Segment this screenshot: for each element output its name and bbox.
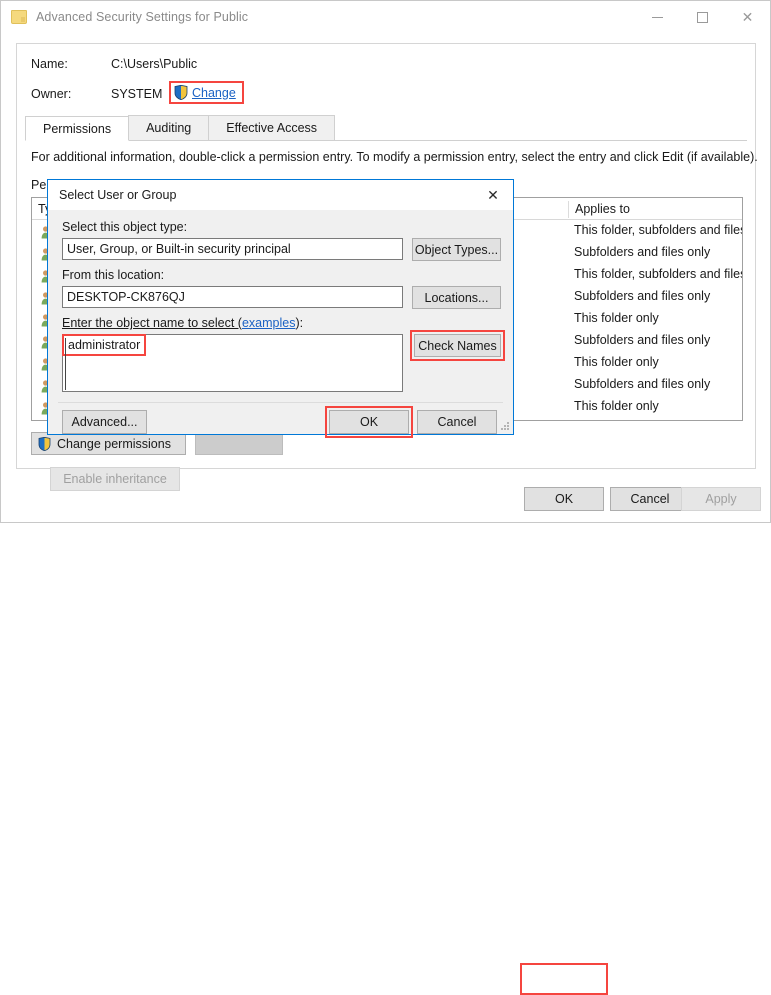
tab-auditing[interactable]: Auditing	[128, 115, 210, 140]
dialog-title: Select User or Group	[59, 188, 177, 202]
cell-applies-to: Subfolders and files only	[574, 377, 711, 391]
dialog-body: Select this object type: User, Group, or…	[48, 210, 513, 438]
window-footer: OK Cancel Apply	[1, 479, 771, 995]
shield-icon	[174, 85, 188, 100]
examples-link[interactable]: examples	[242, 316, 296, 330]
maximize-icon	[697, 11, 708, 23]
apply-button: Apply	[681, 487, 761, 511]
cell-applies-to: This folder, subfolders and files	[574, 267, 743, 281]
close-icon: ✕	[487, 186, 499, 203]
tab-effective-access[interactable]: Effective Access	[208, 115, 336, 140]
column-header-applies-to[interactable]: Applies to	[568, 201, 742, 218]
tabstrip: Permissions Auditing Effective Access	[25, 115, 747, 141]
dialog-close-button[interactable]: ✕	[473, 180, 513, 210]
info-text: For additional information, double-click…	[31, 150, 758, 164]
advanced-button[interactable]: Advanced...	[62, 410, 147, 434]
resize-grip[interactable]	[500, 421, 510, 431]
location-input[interactable]: DESKTOP-CK876QJ	[62, 286, 403, 308]
cell-applies-to: This folder only	[574, 311, 659, 325]
cell-applies-to: Subfolders and files only	[574, 289, 711, 303]
location-label: From this location:	[62, 268, 165, 282]
text-caret	[65, 338, 66, 390]
minimize-button[interactable]	[635, 1, 680, 33]
cell-applies-to: This folder, subfolders and files	[574, 223, 743, 237]
locations-button[interactable]: Locations...	[412, 286, 501, 309]
dialog-titlebar: Select User or Group ✕	[48, 180, 513, 210]
cell-applies-to: Subfolders and files only	[574, 245, 711, 259]
dialog-cancel-button[interactable]: Cancel	[417, 410, 497, 434]
change-permissions-button[interactable]: Change permissions	[31, 432, 186, 455]
cell-applies-to: This folder only	[574, 355, 659, 369]
minimize-icon	[652, 16, 663, 18]
dialog-separator	[58, 402, 503, 403]
object-name-label: Enter the object name to select (example…	[62, 316, 303, 330]
select-user-or-group-dialog: Select User or Group ✕ Select this objec…	[47, 179, 514, 438]
close-icon: ✕	[741, 9, 754, 25]
change-owner-link[interactable]: Change	[192, 86, 236, 100]
window-title: Advanced Security Settings for Public	[36, 10, 249, 24]
cell-applies-to: Subfolders and files only	[574, 333, 711, 347]
close-button[interactable]: ✕	[725, 1, 770, 33]
ok-button[interactable]: OK	[524, 487, 604, 511]
name-label: Name:	[31, 57, 68, 71]
window-controls: ✕	[635, 1, 770, 33]
change-owner-highlight: Change	[169, 81, 244, 104]
folder-icon	[11, 10, 27, 24]
ok-button-highlight	[520, 963, 608, 995]
maximize-button[interactable]	[680, 1, 725, 33]
check-names-button[interactable]: Check Names	[414, 334, 501, 357]
name-value: C:\Users\Public	[111, 57, 198, 71]
object-type-input[interactable]: User, Group, or Built-in security princi…	[62, 238, 403, 260]
disable-inheritance-button[interactable]	[195, 432, 283, 455]
change-permissions-label: Change permissions	[57, 436, 171, 451]
window-titlebar: Advanced Security Settings for Public ✕	[1, 1, 770, 33]
advanced-security-settings-window: Advanced Security Settings for Public ✕ …	[0, 0, 771, 995]
owner-value: SYSTEM	[111, 87, 163, 101]
cancel-button[interactable]: Cancel	[610, 487, 690, 511]
owner-label: Owner:	[31, 87, 72, 101]
tab-permissions[interactable]: Permissions	[25, 116, 130, 141]
dialog-ok-button[interactable]: OK	[329, 410, 409, 434]
object-type-label: Select this object type:	[62, 220, 188, 234]
object-name-label-prefix: Enter the object name to select (	[62, 316, 242, 330]
object-name-label-suffix: ):	[295, 316, 304, 330]
cell-applies-to: This folder only	[574, 399, 659, 413]
object-name-input[interactable]: administrator	[62, 334, 403, 392]
object-name-value: administrator	[62, 334, 147, 356]
object-types-button[interactable]: Object Types...	[412, 238, 501, 261]
shield-icon	[38, 436, 51, 451]
